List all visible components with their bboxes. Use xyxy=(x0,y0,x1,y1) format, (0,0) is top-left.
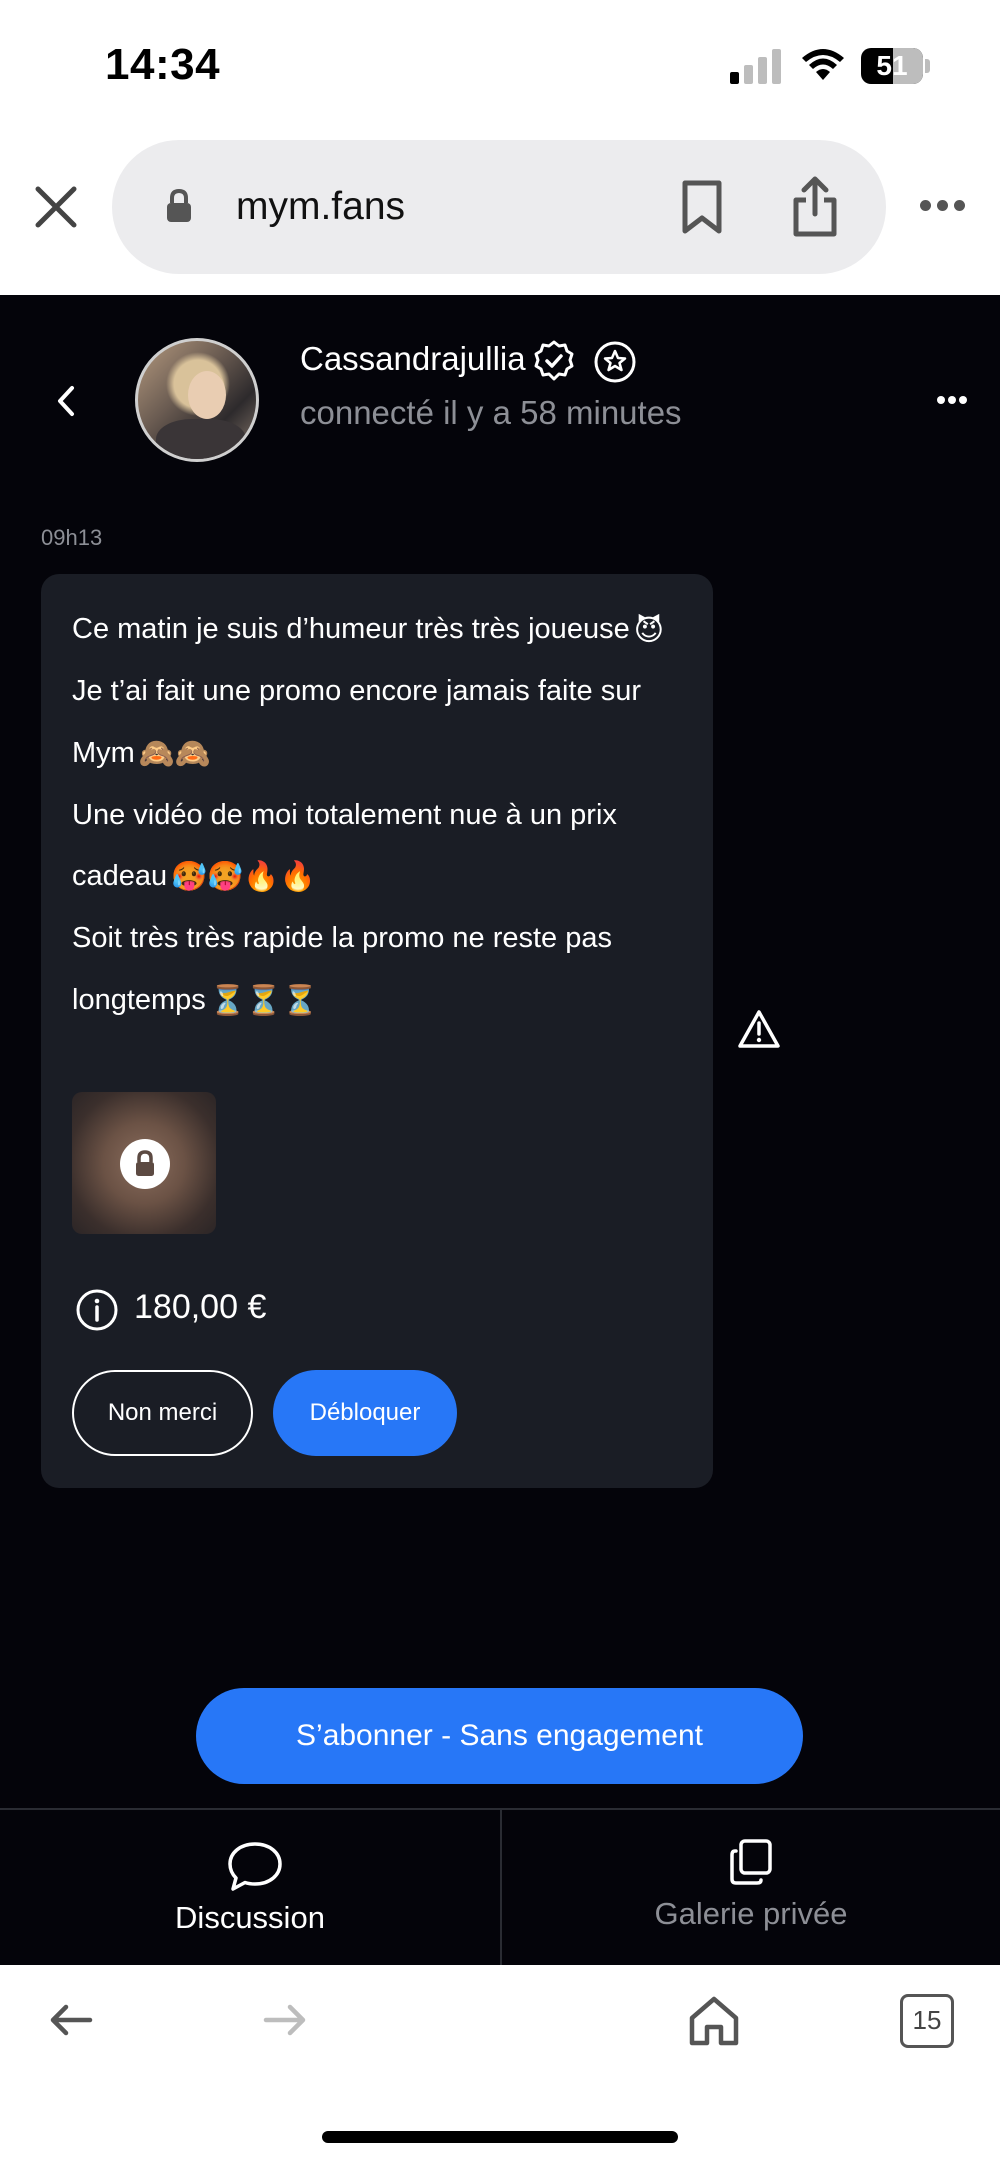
back-arrow-icon[interactable] xyxy=(48,2002,94,2038)
home-indicator xyxy=(322,2131,678,2143)
close-icon[interactable] xyxy=(32,183,80,231)
tab-private-gallery[interactable]: Galerie privée xyxy=(502,1896,1000,1932)
star-badge-icon xyxy=(594,341,636,383)
lock-icon xyxy=(120,1139,170,1189)
message-line: longtemps ⏳⏳⏳ xyxy=(72,984,319,1018)
unlock-button[interactable]: Débloquer xyxy=(273,1370,457,1456)
info-icon xyxy=(76,1289,118,1331)
chat-bubble-icon[interactable] xyxy=(226,1840,284,1894)
message-bubble xyxy=(41,574,713,1488)
message-line: cadeau 🥵🥵🔥🔥 xyxy=(72,860,316,894)
tab-divider xyxy=(500,1810,502,1965)
message-line: Mym 🙈🙈 xyxy=(72,737,212,771)
message-timestamp: 09h13 xyxy=(41,525,103,550)
username[interactable]: Cassandrajullia xyxy=(300,340,526,378)
report-warning-icon[interactable] xyxy=(737,1009,781,1049)
verified-badge-icon xyxy=(534,340,574,381)
message-line: Ce matin je suis d’humeur très très joue… xyxy=(72,613,664,647)
lock-icon xyxy=(167,188,191,222)
price: 180,00 € xyxy=(134,1288,267,1326)
subscribe-button[interactable]: S’abonner - Sans engagement xyxy=(196,1688,803,1784)
avatar[interactable] xyxy=(135,338,259,462)
tab-discussion[interactable]: Discussion xyxy=(0,1900,500,1936)
back-chevron-icon[interactable] xyxy=(52,382,78,420)
gallery-icon[interactable] xyxy=(728,1838,774,1886)
message-line: Une vidéo de moi totalement nue à un pri… xyxy=(72,799,617,831)
decline-button[interactable]: Non merci xyxy=(72,1370,253,1456)
wifi-icon xyxy=(802,49,844,80)
more-options-icon[interactable] xyxy=(920,200,966,214)
conversation-more-icon[interactable] xyxy=(937,396,967,406)
battery-level: 51 xyxy=(876,50,908,81)
status-bar: 14:34 51 xyxy=(0,0,1000,135)
share-icon[interactable] xyxy=(790,176,840,238)
forward-arrow-icon[interactable] xyxy=(262,2002,308,2038)
tabs-counter-icon[interactable]: 15 xyxy=(900,1994,954,2048)
status-time: 14:34 xyxy=(105,40,221,89)
url-text[interactable]: mym.fans xyxy=(236,185,405,229)
locked-media-thumbnail[interactable] xyxy=(72,1092,216,1234)
message-line: Soit très très rapide la promo ne reste … xyxy=(72,922,612,954)
battery-icon: 51 xyxy=(861,48,931,84)
message-line: Je t’ai fait une promo encore jamais fai… xyxy=(72,675,641,707)
last-seen-status: connecté il y a 58 minutes xyxy=(300,394,682,431)
home-icon[interactable] xyxy=(687,1994,741,2048)
bookmark-icon[interactable] xyxy=(680,180,724,234)
cellular-signal-icon xyxy=(730,48,782,84)
address-bar[interactable] xyxy=(112,140,886,274)
